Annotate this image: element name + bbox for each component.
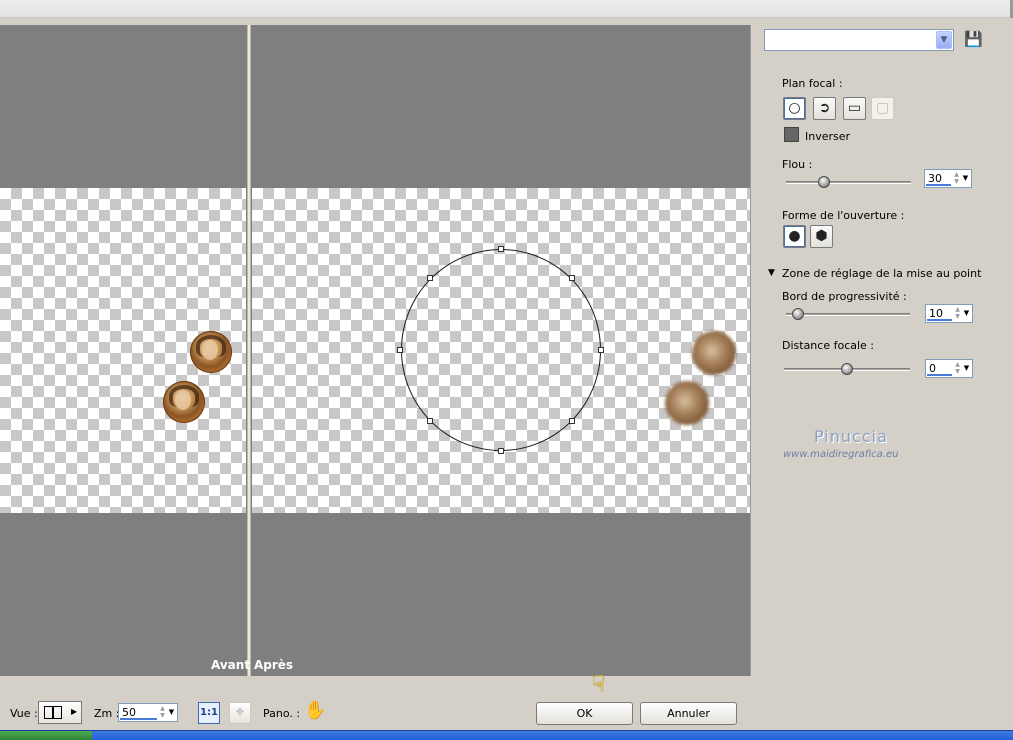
focal-distance-spin[interactable]: 0 ▲ ▼ ▼ [925,359,973,378]
feather-spin[interactable]: 10 ▲ ▼ ▼ [925,304,973,323]
taskbar [0,730,1013,740]
save-preset-icon[interactable]: 💾 [964,30,983,49]
focal-distance-slider-thumb[interactable] [841,363,853,375]
chevron-right-icon: ▶ [71,707,78,716]
hexagon-icon[interactable]: ⬢ [810,225,833,248]
ellipse-icon[interactable]: ○ [783,97,806,120]
rect-soft-icon: ▢ [871,97,894,120]
view-mode-button[interactable]: ▶ [38,701,82,724]
invert-label: Inverser [805,130,851,143]
focal-handle-bottom-right[interactable] [569,418,575,424]
spin-arrows-icon[interactable]: ▲ ▼ [952,171,961,186]
fit-window-icon: ✥ [229,702,251,724]
watermark-name: Pinuccia [814,427,888,446]
pointing-hand-icon: ☟ [592,672,606,697]
after-label: Après [254,658,294,672]
spin-arrows-icon[interactable]: ▲ ▼ [953,361,962,376]
title-strip [0,0,1013,18]
blur-label: Flou : [782,158,813,171]
spin-arrows-icon[interactable]: ▲ ▼ [158,705,167,720]
hand-pan-icon[interactable]: ✋ [304,700,326,721]
feather-label: Bord de progressivité : [782,290,907,303]
blur-slider-thumb[interactable] [817,176,830,188]
feather-slider[interactable] [786,307,910,323]
split-view-icon [44,706,53,719]
zoom-spin[interactable]: 50 ▲ ▼ ▼ [118,703,178,722]
dropdown-arrow-icon[interactable]: ▼ [962,361,971,376]
preview-area[interactable]: Avant Après [0,25,751,676]
after-orb-1 [692,331,736,375]
focal-handle-left[interactable] [397,347,403,353]
feather-slider-thumb[interactable] [792,308,805,320]
focal-handle-bottom[interactable] [498,448,504,454]
focal-handle-top-right[interactable] [569,275,575,281]
focal-plane-label: Plan focal : [782,77,843,90]
invert-checkbox[interactable] [784,127,799,142]
focal-handle-right[interactable] [598,347,604,353]
actual-size-button[interactable]: 1:1 [198,702,220,724]
watermark-site: www.maidiregrafica.eu [783,449,899,460]
pan-label: Pano. : [263,707,301,720]
collapse-arrow-icon[interactable]: ▼ [768,268,775,278]
before-orb-1 [190,331,232,373]
chevron-down-icon[interactable]: ▼ [936,31,952,49]
focal-handle-bottom-left[interactable] [427,418,433,424]
before-orb-2 [163,381,205,423]
focal-handle-top[interactable] [498,246,504,252]
dropdown-arrow-icon[interactable]: ▼ [167,705,176,720]
focal-distance-label: Distance focale : [782,339,875,352]
focal-distance-slider[interactable] [784,362,910,378]
after-orb-2 [665,381,709,425]
focus-section-label[interactable]: Zone de réglage de la mise au point [782,267,981,280]
view-label: Vue : [10,707,38,720]
aperture-label: Forme de l'ouverture : [782,209,905,222]
start-button[interactable] [0,731,92,740]
spin-arrows-icon[interactable]: ▲ ▼ [953,306,962,321]
lasso-icon[interactable]: ➲ [813,97,836,120]
cancel-button[interactable]: Annuler [640,702,737,725]
before-after-divider[interactable] [247,25,251,676]
zoom-label: Zm : [94,707,120,720]
dropdown-arrow-icon[interactable]: ▼ [961,171,970,186]
preset-select[interactable]: ▼ [764,29,954,51]
before-label: Avant [211,658,251,672]
focal-handle-top-left[interactable] [427,275,433,281]
circle-icon[interactable]: ● [783,225,806,248]
dropdown-arrow-icon[interactable]: ▼ [962,306,971,321]
rectangle-icon[interactable]: ▭ [843,97,866,120]
blur-slider[interactable] [786,175,911,191]
blur-spin[interactable]: 30 ▲ ▼ ▼ [924,169,972,188]
ok-button[interactable]: OK [536,702,633,725]
